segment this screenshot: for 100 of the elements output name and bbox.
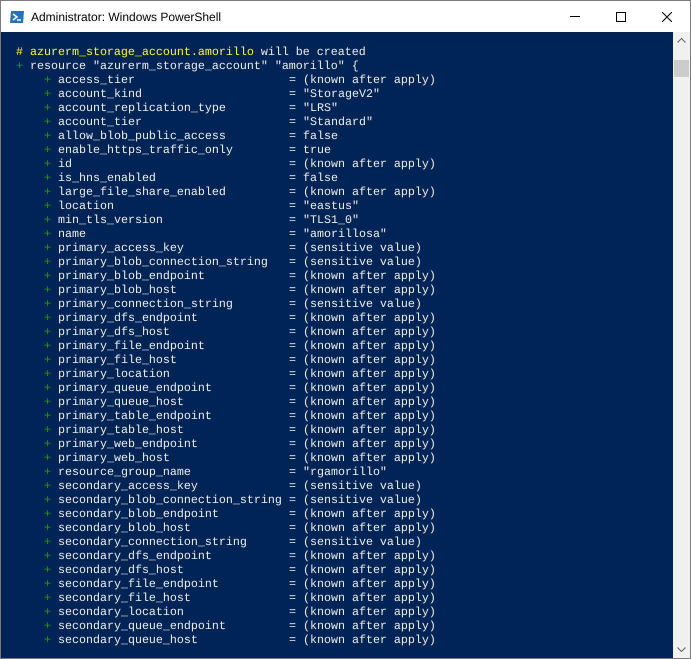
attribute-value: = "eastus" <box>289 199 359 213</box>
attribute-value: = (sensitive value) <box>289 241 422 255</box>
attribute-value: = (sensitive value) <box>289 493 422 507</box>
plus-sign: + <box>44 535 51 549</box>
attribute-value: = (known after apply) <box>289 423 436 437</box>
attribute-name: secondary_dfs_endpoint <box>58 549 213 563</box>
attribute-name: location <box>58 199 115 213</box>
plus-sign: + <box>44 325 51 339</box>
attribute-name: primary_table_host <box>58 423 185 437</box>
attribute-value: = "TLS1_0" <box>289 213 359 227</box>
plus-sign: + <box>44 605 51 619</box>
plus-sign: + <box>44 591 51 605</box>
attribute-name: secondary_location <box>58 605 185 619</box>
maximize-icon <box>616 12 626 22</box>
attribute-name: primary_access_key <box>58 241 185 255</box>
attribute-value: = (known after apply) <box>289 605 436 619</box>
plus-sign: + <box>44 101 51 115</box>
plus-sign: + <box>44 255 51 269</box>
attribute-name: secondary_blob_host <box>58 521 192 535</box>
attribute-value: = (known after apply) <box>289 353 436 367</box>
attribute-name: primary_table_endpoint <box>58 409 213 423</box>
attribute-value: = true <box>289 143 331 157</box>
attribute-value: = (known after apply) <box>289 325 436 339</box>
attribute-name: account_tier <box>58 115 143 129</box>
attribute-value: = (known after apply) <box>289 395 436 409</box>
attribute-name: account_kind <box>58 87 143 101</box>
attribute-value: = "Standard" <box>289 115 373 129</box>
plus-sign: + <box>44 283 51 297</box>
attribute-value: = (known after apply) <box>289 283 436 297</box>
scrollbar[interactable] <box>673 32 690 658</box>
plus-sign: + <box>44 507 51 521</box>
plus-sign: + <box>44 185 51 199</box>
plus-sign: + <box>44 381 51 395</box>
plus-sign: + <box>44 129 51 143</box>
attribute-name: large_file_share_enabled <box>58 185 227 199</box>
attribute-value: = (known after apply) <box>289 507 436 521</box>
comment-text: # azurerm_storage_account.amorillo <box>16 45 254 59</box>
attribute-value: = false <box>289 129 338 143</box>
attribute-value: = (known after apply) <box>289 633 436 647</box>
plus-sign: + <box>44 339 51 353</box>
attribute-name: primary_queue_host <box>58 395 185 409</box>
plus-sign: + <box>44 157 51 171</box>
plus-sign: + <box>44 171 51 185</box>
plus-sign: + <box>16 59 23 73</box>
attribute-name: id <box>58 157 73 171</box>
attribute-value: = "amorillosa" <box>289 227 387 241</box>
attribute-value: = (known after apply) <box>289 563 436 577</box>
attribute-name: is_hns_enabled <box>58 171 157 185</box>
attribute-name: primary_blob_host <box>58 283 178 297</box>
attribute-value: = (known after apply) <box>289 157 436 171</box>
attribute-value: = "rgamorillo" <box>289 465 387 479</box>
scroll-down-icon[interactable] <box>677 647 686 652</box>
attribute-name: primary_connection_string <box>58 297 234 311</box>
attribute-name: access_tier <box>58 73 136 87</box>
attribute-name: secondary_blob_connection_string <box>58 493 283 507</box>
attribute-value: = (sensitive value) <box>289 535 422 549</box>
attribute-name: primary_dfs_host <box>58 325 171 339</box>
attribute-name: name <box>58 227 87 241</box>
attribute-value: = (known after apply) <box>289 451 436 465</box>
attribute-value: = (sensitive value) <box>289 479 422 493</box>
plus-sign: + <box>44 395 51 409</box>
attribute-value: = (known after apply) <box>289 185 436 199</box>
powershell-icon <box>9 8 25 24</box>
attribute-value: = (known after apply) <box>289 311 436 325</box>
output-text: will be created <box>260 45 366 59</box>
attribute-name: primary_file_endpoint <box>58 339 206 353</box>
attribute-name: primary_queue_endpoint <box>58 381 213 395</box>
minimize-icon <box>570 16 580 17</box>
attribute-name: secondary_file_host <box>58 591 192 605</box>
plus-sign: + <box>44 213 51 227</box>
plus-sign: + <box>44 269 51 283</box>
attribute-value: = (known after apply) <box>289 521 436 535</box>
plus-sign: + <box>44 465 51 479</box>
attribute-name: min_tls_version <box>58 213 164 227</box>
plus-sign: + <box>44 297 51 311</box>
plus-sign: + <box>44 521 51 535</box>
attribute-name: primary_blob_endpoint <box>58 269 206 283</box>
plus-sign: + <box>44 493 51 507</box>
plus-sign: + <box>44 199 51 213</box>
plus-sign: + <box>44 227 51 241</box>
plus-sign: + <box>44 241 51 255</box>
scroll-up-icon[interactable] <box>677 38 686 43</box>
plus-sign: + <box>44 73 51 87</box>
attribute-name: secondary_dfs_host <box>58 563 185 577</box>
plus-sign: + <box>44 563 51 577</box>
attribute-value: = (known after apply) <box>289 577 436 591</box>
scrollbar-thumb[interactable] <box>674 60 689 77</box>
attribute-name: primary_file_host <box>58 353 178 367</box>
attribute-name: resource_group_name <box>58 465 192 479</box>
plus-sign: + <box>44 437 51 451</box>
plus-sign: + <box>44 633 51 647</box>
close-icon <box>662 12 672 22</box>
plus-sign: + <box>44 311 51 325</box>
plus-sign: + <box>44 143 51 157</box>
attribute-value: = (known after apply) <box>289 381 436 395</box>
attribute-name: secondary_queue_endpoint <box>58 619 227 633</box>
plus-sign: + <box>44 367 51 381</box>
attribute-name: primary_location <box>58 367 171 381</box>
attribute-value: = false <box>289 171 338 185</box>
attribute-name: primary_web_host <box>58 451 171 465</box>
